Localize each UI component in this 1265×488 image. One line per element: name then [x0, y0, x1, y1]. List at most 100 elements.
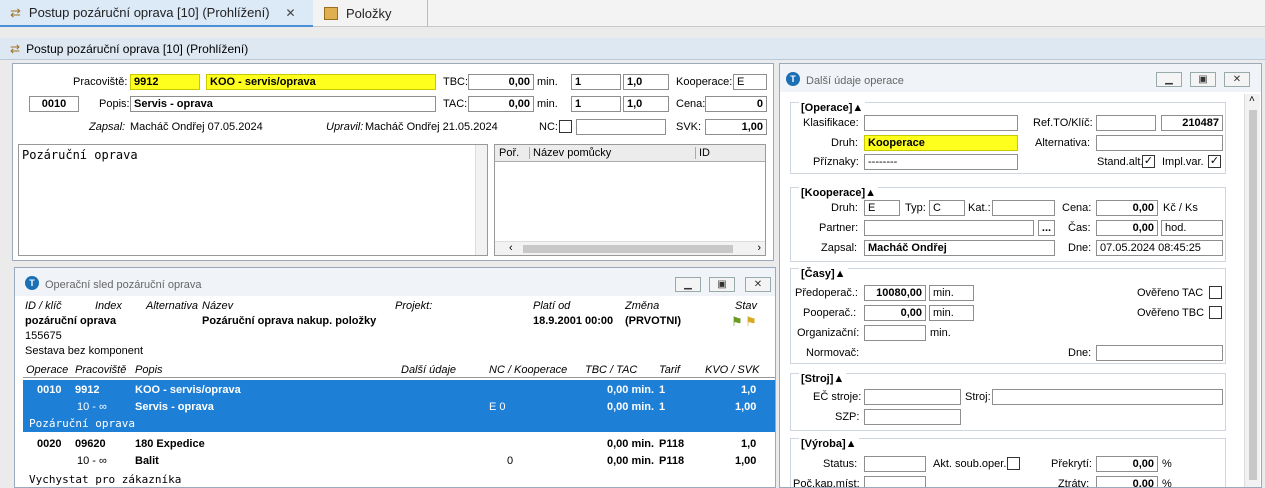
minimize-button[interactable]: ▁	[1156, 72, 1182, 87]
organizacni-field[interactable]	[864, 325, 926, 341]
overeno-tac-checkbox[interactable]	[1209, 286, 1222, 299]
kooperace-field[interactable]: E	[733, 74, 767, 90]
pooperac-unit-field[interactable]: min.	[929, 305, 974, 321]
szp-field[interactable]	[864, 409, 961, 425]
col-tbc-tac[interactable]: TBC / TAC	[585, 364, 637, 376]
cas-unit-field[interactable]: hod.	[1161, 220, 1223, 236]
table-row[interactable]: 0020 09620 180 Expedice 0,00 min. P118 1…	[23, 434, 775, 486]
priznaky-field[interactable]: --------	[864, 154, 1018, 170]
chevron-up-icon[interactable]: ˄	[1249, 94, 1255, 105]
tools-col-nazev[interactable]: Název pomůcky	[529, 147, 611, 159]
info-head-nazev: Název	[202, 300, 234, 312]
klasifikace-field[interactable]	[864, 115, 1018, 131]
ref-key-field[interactable]: 210487	[1161, 115, 1223, 131]
typ-field[interactable]: C	[929, 200, 965, 216]
row-tarif2: P118	[659, 455, 685, 467]
tools-hscroll[interactable]: ‹ ›	[495, 241, 765, 255]
row-operace: 0020	[37, 438, 62, 450]
pracoviste-name-field[interactable]: KOO - servis/oprava	[206, 74, 436, 90]
vyroba-header[interactable]: [Výroba]▲	[799, 438, 859, 450]
chevron-left-icon[interactable]: ‹	[509, 242, 513, 254]
predoperac-unit-field[interactable]: min.	[929, 285, 974, 301]
organizacni-label: Organizační:	[797, 327, 860, 339]
stroj-header[interactable]: [Stroj]▲	[799, 373, 847, 385]
poc-kap-field[interactable]	[864, 476, 926, 487]
tac-q2-field[interactable]: 1,0	[623, 96, 669, 112]
restore-button[interactable]: ▣	[1190, 72, 1216, 87]
plati-od-value: 18.9.2001 00:00	[533, 315, 614, 327]
kat-field[interactable]	[992, 200, 1055, 216]
stand-alt-checkbox[interactable]: ✓	[1142, 155, 1155, 168]
tools-col-por[interactable]: Poř.	[499, 147, 519, 159]
nc-field[interactable]	[576, 119, 666, 135]
tac-field[interactable]: 0,00	[468, 96, 534, 112]
impl-var-checkbox[interactable]: ✓	[1208, 155, 1221, 168]
sequence-title: Operační sled pozáruční oprava	[45, 279, 202, 291]
zapsal-field[interactable]: Macháč Ondřej	[864, 240, 1055, 256]
operace-header[interactable]: [Operace]▲	[799, 102, 866, 114]
operation-number-field[interactable]: 0010	[29, 96, 79, 112]
tools-col-id[interactable]: ID	[695, 147, 710, 159]
minimize-button[interactable]: ▁	[675, 277, 701, 292]
prekryti-pct: %	[1162, 458, 1172, 470]
casy-header[interactable]: [Časy]▲	[799, 268, 848, 280]
kooperace-header[interactable]: [Kooperace]▲	[799, 187, 879, 199]
close-icon[interactable]: ✕	[286, 6, 296, 20]
detail-scrollbar[interactable]: ˄	[1244, 94, 1260, 487]
partner-field[interactable]	[864, 220, 1034, 236]
overeno-tac-label: Ověřeno TAC	[1137, 287, 1204, 299]
ec-stroje-field[interactable]	[864, 389, 961, 405]
scroll-thumb[interactable]	[1249, 110, 1257, 480]
col-kvo-svk[interactable]: KVO / SVK	[705, 364, 759, 376]
cena-field[interactable]: 0	[705, 96, 767, 112]
pracoviste-label: Pracoviště:	[73, 76, 128, 88]
col-tarif[interactable]: Tarif	[659, 364, 680, 376]
tac-q1-field[interactable]: 1	[571, 96, 621, 112]
koop-cena-field[interactable]: 0,00	[1096, 200, 1158, 216]
overeno-tbc-checkbox[interactable]	[1209, 306, 1222, 319]
tab-postup[interactable]: ⇄ Postup pozáruční oprava [10] (Prohlíže…	[0, 0, 313, 27]
typ-label: Typ:	[905, 202, 926, 214]
tbc-field[interactable]: 0,00	[468, 74, 534, 90]
tab-polozky[interactable]: Položky	[318, 0, 428, 27]
close-button[interactable]: ✕	[745, 277, 771, 292]
row-tbc: 0,00 min.	[607, 384, 655, 396]
pracoviste-code-field[interactable]: 9912	[130, 74, 200, 90]
close-button[interactable]: ✕	[1224, 72, 1250, 87]
table-row[interactable]: 0010 9912 KOO - servis/oprava 0,00 min. …	[23, 380, 775, 432]
svk-label: SVK:	[676, 121, 702, 133]
note-textarea[interactable]: Pozáruční oprava	[18, 144, 488, 256]
col-nc-kooperace[interactable]: NC / Kooperace	[489, 364, 567, 376]
normovac-dne-field[interactable]	[1096, 345, 1223, 361]
stroj-label: Stroj:	[965, 391, 991, 403]
akt-soub-checkbox[interactable]	[1007, 457, 1020, 470]
partner-lookup-button[interactable]: ...	[1038, 220, 1055, 236]
col-dalsi-udaje[interactable]: Další údaje	[401, 364, 456, 376]
alternativa-field[interactable]	[1096, 135, 1223, 151]
cas-field[interactable]: 0,00	[1096, 220, 1158, 236]
tbc-label: TBC:	[443, 76, 469, 88]
note-scrollbar[interactable]	[475, 145, 487, 255]
koop-druh-field[interactable]: E	[864, 200, 900, 216]
scroll-thumb[interactable]	[523, 245, 733, 253]
col-operace[interactable]: Operace	[26, 364, 68, 376]
restore-button[interactable]: ▣	[709, 277, 735, 292]
ztraty-field[interactable]: 0,00	[1096, 476, 1158, 487]
ec-stroje-label: EČ stroje:	[813, 391, 862, 403]
svk-field[interactable]: 1,00	[705, 119, 767, 135]
tbc-q1-field[interactable]: 1	[571, 74, 621, 90]
popis-field[interactable]: Servis - oprava	[130, 96, 436, 112]
nc-checkbox[interactable]	[559, 120, 572, 133]
druh-field[interactable]: Kooperace	[864, 135, 1018, 151]
dne-field[interactable]: 07.05.2024 08:45:25	[1096, 240, 1223, 256]
tbc-q2-field[interactable]: 1,0	[623, 74, 669, 90]
stroj-field[interactable]	[992, 389, 1223, 405]
col-popis[interactable]: Popis	[135, 364, 163, 376]
status-field[interactable]	[864, 456, 926, 472]
pooperac-field[interactable]: 0,00	[864, 305, 926, 321]
prekryti-field[interactable]: 0,00	[1096, 456, 1158, 472]
col-pracoviste[interactable]: Pracoviště	[75, 364, 126, 376]
ref-to-field[interactable]	[1096, 115, 1156, 131]
predoperac-field[interactable]: 10080,00	[864, 285, 926, 301]
chevron-right-icon[interactable]: ›	[757, 242, 761, 254]
